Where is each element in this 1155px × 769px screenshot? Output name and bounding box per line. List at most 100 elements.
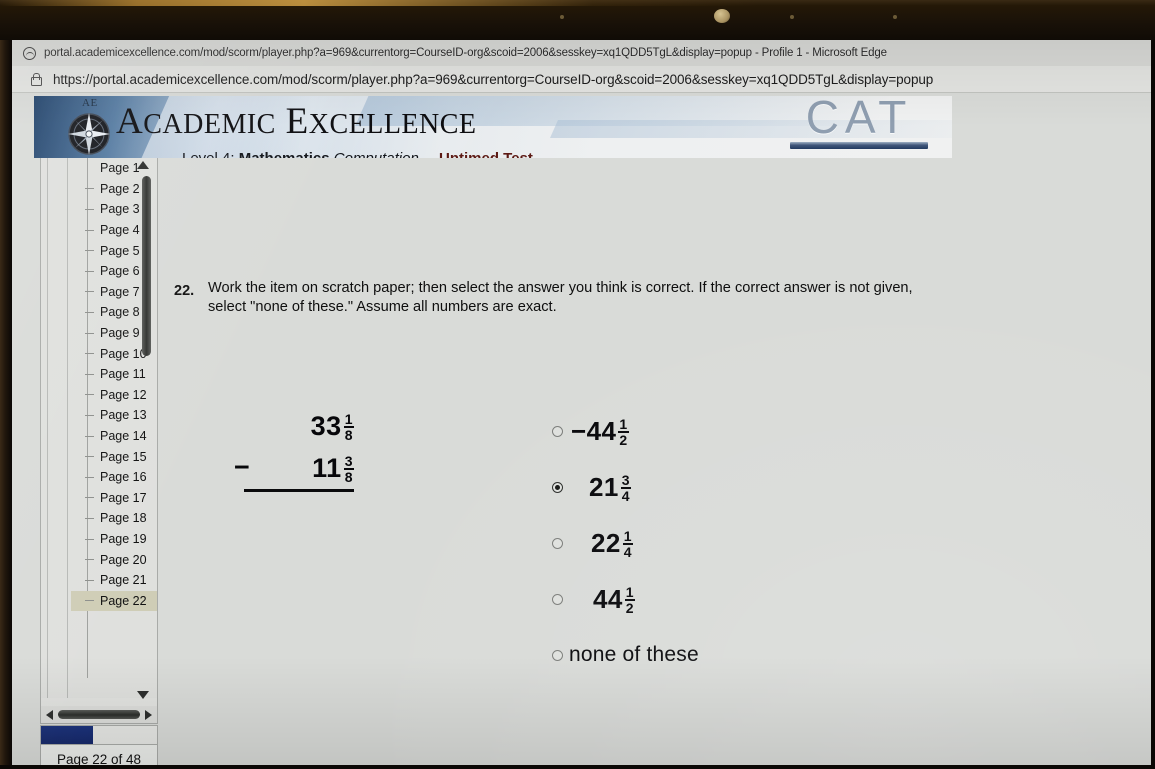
sidebar-item-label: Page 18	[100, 511, 147, 526]
radio-button-option-1[interactable]	[552, 425, 563, 437]
lock-icon	[30, 72, 42, 86]
tree-branch-icon	[85, 229, 94, 231]
sidebar-item-label: Page 19	[100, 532, 147, 547]
tree-branch-icon	[85, 435, 94, 437]
operand-2-numerator: 3	[344, 453, 353, 469]
operand-1-mixed-number: 33 1 8	[311, 411, 354, 443]
answer-denominator-3: 4	[622, 543, 633, 560]
sidebar-item-label: Page 10	[100, 346, 147, 361]
sidebar-item-label: Page 6	[100, 264, 140, 279]
sidebar-item-label: Page 1	[100, 161, 140, 176]
answer-options[interactable]: − 44 1 2 21 3 4 22 1 4 44 1 2 none of these	[552, 403, 912, 683]
toc-scroll-right-arrow[interactable]	[145, 709, 152, 720]
test-subtitle: Level 4: Mathematics Computation Untimed…	[182, 150, 533, 158]
answer-option-4[interactable]: 44 1 2	[552, 571, 912, 627]
operand-2-denominator: 8	[343, 468, 354, 485]
sidebar-item-page-11[interactable]: Page 11	[71, 364, 157, 385]
laptop-bezel-left	[0, 40, 12, 769]
sidebar-item-page-16[interactable]: Page 16	[71, 467, 157, 488]
minus-operator: −	[234, 452, 251, 482]
window-title: portal.academicexcellence.com/mod/scorm/…	[44, 47, 887, 59]
tree-branch-icon	[85, 497, 94, 499]
address-bar-url[interactable]: https://portal.academicexcellence.com/mo…	[53, 72, 933, 87]
tree-branch-icon	[85, 188, 94, 190]
sidebar-item-page-21[interactable]: Page 21	[71, 570, 157, 591]
tree-branch-icon	[85, 579, 94, 581]
answer-whole-3: 22	[591, 527, 621, 558]
toc-scroll-left-arrow[interactable]	[46, 709, 53, 720]
browser-titlebar: portal.academicexcellence.com/mod/scorm/…	[12, 40, 1151, 66]
answer-option-5[interactable]: none of these	[552, 627, 912, 683]
test-type-label: Untimed Test	[439, 150, 533, 158]
laptop-bezel-right	[1151, 40, 1155, 769]
strand-label: Computation	[334, 150, 419, 158]
operand-1-fraction: 1 8	[343, 412, 354, 443]
laptop-bezel-top	[0, 0, 1155, 40]
sidebar-item-label: Page 9	[100, 326, 140, 341]
answer-fraction-3: 14	[622, 529, 633, 560]
sidebar-item-page-22[interactable]: Page 22	[71, 590, 157, 612]
sidebar-item-page-12[interactable]: Page 12	[71, 385, 157, 406]
answer-fraction-4: 12	[624, 585, 635, 616]
answer-fraction-1: 12	[618, 416, 629, 447]
level-label: Level 4:	[182, 150, 235, 158]
answer-numerator-1: 1	[619, 416, 628, 432]
microphone-hole-left	[560, 15, 564, 19]
page-navigation-tree[interactable]: Page 1 Page 2 Page 3 Page 4 Page 5 Page 6 Page…	[40, 158, 158, 724]
arithmetic-problem: 33 1 8 − 11 3 8	[234, 411, 354, 492]
toc-horizontal-scrollbar-thumb[interactable]	[58, 710, 140, 719]
toc-vertical-scrollbar-thumb[interactable]	[142, 176, 151, 356]
bezel-glint	[0, 0, 760, 6]
sidebar-item-page-18[interactable]: Page 18	[71, 508, 157, 529]
sidebar-item-page-17[interactable]: Page 17	[71, 488, 157, 509]
tree-branch-icon	[85, 373, 94, 375]
answer-option-3[interactable]: 22 1 4	[552, 515, 912, 571]
subject-label: Mathematics	[239, 150, 330, 158]
operand-1-denominator: 8	[343, 426, 354, 443]
operand-2-fraction: 3 8	[343, 453, 354, 485]
sidebar-item-label: Page 11	[100, 367, 146, 382]
toc-scroll-down-arrow[interactable]	[137, 691, 149, 699]
webcam-icon	[714, 9, 730, 23]
sidebar-item-page-13[interactable]: Page 13	[71, 405, 157, 426]
cat-logo-bar	[790, 142, 928, 149]
answer-denominator-4: 2	[624, 599, 635, 616]
answer-option-label-3: 22 1 4	[591, 528, 633, 559]
tree-branch-icon	[85, 517, 94, 519]
question-number: 22.	[174, 283, 195, 299]
brand-letter-e: E	[285, 101, 309, 142]
compass-rose-icon	[68, 113, 110, 155]
tree-branch-icon	[85, 559, 94, 561]
sidebar-item-page-19[interactable]: Page 19	[71, 529, 157, 550]
answer-option-label-2: 21 3 4	[589, 472, 631, 503]
photo-of-laptop-screen: portal.academicexcellence.com/mod/scorm/…	[0, 0, 1155, 769]
sidebar-item-label: Page 12	[100, 387, 147, 402]
sidebar-item-label: Page 2	[100, 181, 140, 196]
progress-bar-fill	[41, 726, 94, 744]
answer-fraction-2: 34	[620, 473, 631, 503]
answer-option-1[interactable]: − 44 1 2	[552, 403, 912, 459]
tree-branch-icon	[85, 476, 94, 478]
operand-2-mixed-number: 11 3 8	[312, 453, 354, 485]
microphone-hole-far-right	[893, 15, 897, 19]
radio-button-option-3[interactable]	[552, 537, 563, 549]
answer-whole-1: 44	[586, 415, 617, 446]
screen-content: portal.academicexcellence.com/mod/scorm/…	[12, 40, 1151, 765]
tree-branch-icon	[85, 353, 94, 355]
sidebar-item-page-15[interactable]: Page 15	[71, 446, 157, 467]
sidebar-item-page-20[interactable]: Page 20	[71, 549, 157, 570]
toc-guide-line-1	[47, 158, 50, 698]
tree-branch-icon	[85, 311, 94, 313]
page-counter: Page 22 of 48	[40, 745, 158, 765]
radio-button-option-4[interactable]	[552, 593, 563, 605]
sidebar-item-page-14[interactable]: Page 14	[71, 426, 157, 447]
radio-button-option-2[interactable]	[552, 481, 563, 493]
problem-operand-2: − 11 3 8	[234, 452, 354, 485]
answer-option-label-4: 44 1 2	[593, 584, 635, 615]
cat-logo: CAT	[786, 96, 932, 152]
toc-scroll-up-arrow[interactable]	[137, 161, 149, 169]
toc-horizontal-scrollbar[interactable]	[41, 706, 157, 723]
radio-button-option-5[interactable]	[552, 649, 563, 661]
browser-address-bar[interactable]: https://portal.academicexcellence.com/mo…	[12, 66, 1151, 93]
answer-option-2[interactable]: 21 3 4	[552, 459, 912, 515]
